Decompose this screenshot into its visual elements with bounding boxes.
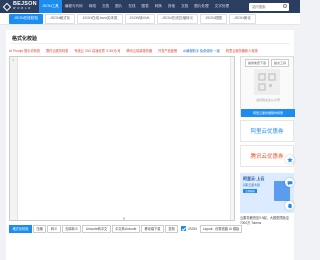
tab-json-format[interactable]: JSON格式化 <box>44 13 76 24</box>
escape-button[interactable]: 转义 <box>47 224 61 233</box>
ad-link[interactable]: AI Prompt 提示词系统 <box>9 48 40 53</box>
search-icon[interactable] <box>283 4 287 8</box>
ad-link[interactable]: 阿里云服务器新人特惠 <box>226 48 258 53</box>
json-editor[interactable]: 1 <box>9 56 235 221</box>
nav-item-json-tools[interactable]: JSON工具 <box>39 0 62 13</box>
ad-link[interactable]: 专线云 CN2 高速优质 ￥30/元/月 <box>74 48 120 53</box>
nav-item[interactable]: 文字处理 <box>212 0 232 13</box>
nav-item[interactable]: 转换 <box>152 0 165 13</box>
unicode-to-chinese-button[interactable]: Unicode转中文 <box>82 224 111 233</box>
line-number: 1 <box>12 59 15 63</box>
mobile-download-button[interactable]: 移动端下载 <box>140 224 164 233</box>
star-icon[interactable] <box>285 155 294 164</box>
ad-title: 腾讯云优惠券 <box>250 154 284 160</box>
resize-handle-icon[interactable]: ≡ <box>123 216 125 221</box>
page-title: 格式化校验 <box>12 36 38 42</box>
nav-item[interactable]: 网络 <box>86 0 99 13</box>
layout-select[interactable]: Layout - 优秀线路 UI 模板 <box>199 224 243 233</box>
tab-json-view[interactable]: JSON视图 <box>200 13 228 24</box>
ad-bar: AI Prompt 提示词系统 限时云服务特惠 专线云 CN2 高速优质 ￥30… <box>6 46 294 54</box>
submit-tool-button[interactable]: 提交工具 <box>271 59 290 67</box>
editor-scrollbar[interactable] <box>230 57 234 220</box>
nav-item[interactable]: 文档 <box>99 0 112 13</box>
nav-item[interactable]: 图片 <box>112 0 125 13</box>
nav-item[interactable]: 图表 <box>139 0 152 13</box>
format-validate-button[interactable]: 格式化校验 <box>9 224 32 233</box>
json-checkbox[interactable] <box>181 226 187 231</box>
promo-text[interactable]: 云服务器低至9.9起，大模型限免至7000万 Tokens <box>240 216 294 225</box>
tab-json-java[interactable]: JSON在线Java实体类 <box>77 13 123 24</box>
ad-title: 阿里云优惠券 <box>250 129 284 135</box>
main-content: 格式化校验 AI Prompt 提示词系统 限时云服务特惠 专线云 CN2 高速… <box>6 30 295 260</box>
unescape-button[interactable]: 去除转义 <box>61 224 82 233</box>
tab-json-compress[interactable]: JSON在线压缩转义 <box>157 13 199 24</box>
qr-code-icon <box>254 69 280 95</box>
qr-box: 提供免费下载 提交工具 请扫码关注公众号 阿里云服务器限时特惠 <box>240 56 295 117</box>
nav-item[interactable]: 在线 <box>125 0 138 13</box>
tab-json-xml[interactable]: JSON转XML <box>124 13 156 24</box>
nav-item[interactable]: 编程与代码 <box>62 0 86 13</box>
tab-json-validate[interactable]: JSON在线校验 <box>9 13 43 24</box>
promo-button[interactable]: 立即抢购 <box>243 189 257 193</box>
compress-button[interactable]: 压缩 <box>32 224 47 233</box>
qr-caption: 请扫码关注公众号 <box>255 98 280 102</box>
panel-buttons: 提供免费下载 提交工具 <box>245 59 290 67</box>
chinese-to-unicode-button[interactable]: 中文转Unicode <box>111 224 140 233</box>
aliyun-coupon-ad[interactable]: 阿里云优惠券 <box>240 120 294 142</box>
feedback-icon[interactable] <box>285 178 294 187</box>
ad-link[interactable]: 腾讯云轻量服务器 <box>127 48 153 53</box>
sub-nav: JSON在线校验 JSON格式化 JSON在线Java实体类 JSON转XML … <box>0 13 300 25</box>
nav-items: JSON工具 编程与代码 网络 文档 图片 在线 图表 转换 其他 文档 图片处… <box>39 0 232 13</box>
top-nav: BEJSON W O R L D JSON工具 编程与代码 网络 文档 图片 在线… <box>0 0 300 13</box>
ad-link[interactable]: 开发产品套餐 <box>158 48 177 53</box>
logo[interactable]: BEJSON W O R L D <box>0 0 39 13</box>
promo-strip[interactable]: 阿里云服务器限时特惠 <box>241 109 295 117</box>
nav-item[interactable]: 图片处理 <box>191 0 211 13</box>
logo-icon <box>2 2 12 11</box>
checkbox-label: JSON <box>187 226 197 231</box>
nav-item[interactable]: 文档 <box>178 0 191 13</box>
ad-link[interactable]: 限时云服务特惠 <box>46 48 68 53</box>
floating-buttons <box>285 155 295 210</box>
qq-icon[interactable] <box>285 201 294 210</box>
divider <box>10 43 290 44</box>
tab-json-beautify[interactable]: JSON美化 <box>229 13 256 24</box>
nav-item[interactable]: 其他 <box>165 0 178 13</box>
copy-button[interactable]: 复制 <box>164 224 179 233</box>
ad-link[interactable]: AI编程助手 免费使用 一键 <box>183 48 220 53</box>
free-download-button[interactable]: 提供免费下载 <box>245 59 270 67</box>
line-gutter: 1 <box>10 57 18 220</box>
logo-text: BEJSON W O R L D <box>13 1 37 10</box>
